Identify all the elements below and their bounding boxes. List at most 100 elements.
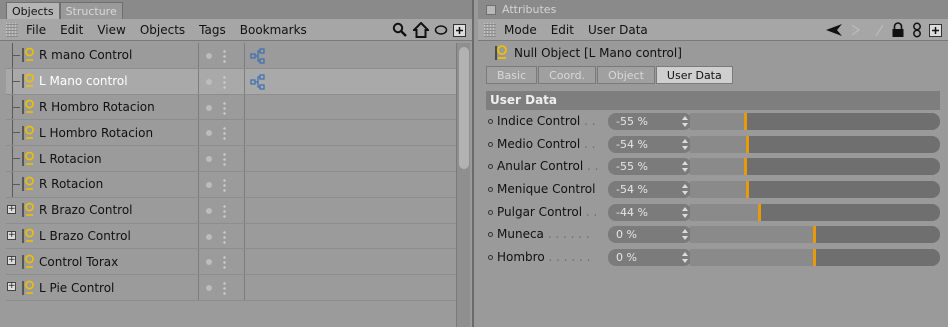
object-name[interactable]: R Hombro Rotacion [39, 100, 209, 114]
menu-view[interactable]: View [97, 23, 125, 37]
slider-knob[interactable] [758, 203, 761, 221]
stepper-arrows-icon[interactable] [682, 138, 688, 150]
object-name[interactable]: R mano Control [39, 48, 209, 62]
object-name[interactable]: L Mano control [39, 74, 209, 88]
param-slider[interactable] [690, 226, 940, 244]
menu-user-data[interactable]: User Data [588, 23, 648, 37]
menu-file[interactable]: File [26, 23, 46, 37]
expand-toggle-icon[interactable]: + [7, 256, 16, 266]
xpresso-tag-icon[interactable] [250, 74, 266, 90]
object-row[interactable]: L Mano control [6, 68, 456, 95]
home-icon[interactable] [413, 22, 429, 38]
tab-objects[interactable]: Objects [6, 2, 60, 19]
back-arrow-icon[interactable] [825, 23, 843, 37]
object-row[interactable]: R mano Control [6, 43, 456, 69]
layer-dot[interactable] [206, 233, 212, 240]
param-slider[interactable] [690, 158, 940, 176]
pin-icon[interactable] [911, 22, 923, 38]
stepper-arrows-icon[interactable] [682, 116, 688, 127]
animate-bullet-icon[interactable] [488, 187, 493, 193]
param-slider[interactable] [690, 249, 940, 267]
layer-dot[interactable] [206, 53, 212, 59]
grip-handle[interactable] [484, 22, 496, 37]
param-slider[interactable] [690, 113, 940, 130]
stepper-arrows-icon[interactable] [682, 252, 688, 264]
slider-knob[interactable] [745, 135, 749, 153]
object-row[interactable]: + R Brazo Control [6, 197, 456, 224]
grip-handle[interactable] [6, 22, 18, 37]
stepper-arrows-icon[interactable] [682, 161, 688, 173]
tab-user-data[interactable]: User Data [655, 66, 733, 84]
menu-edit[interactable]: Edit [551, 23, 574, 37]
menu-objects[interactable]: Objects [140, 23, 185, 37]
animate-bullet-icon[interactable] [488, 119, 493, 124]
animate-bullet-icon[interactable] [488, 141, 493, 147]
slider-knob[interactable] [745, 181, 749, 199]
layer-dot[interactable] [206, 78, 212, 85]
xpresso-tag-icon[interactable] [250, 48, 266, 64]
object-name[interactable]: Control Torax [39, 255, 209, 269]
param-value-field[interactable]: -55 % [608, 113, 692, 130]
visibility-dots[interactable] [223, 255, 226, 270]
object-name[interactable]: L Rotacion [39, 152, 209, 166]
visibility-dots[interactable] [223, 281, 226, 296]
object-name[interactable]: L Pie Control [39, 281, 209, 295]
expand-toggle-icon[interactable]: + [7, 204, 16, 214]
slider-knob[interactable] [744, 113, 748, 130]
object-row[interactable]: R Rotacion [6, 171, 456, 198]
expand-panel-icon[interactable] [929, 23, 942, 37]
object-name[interactable]: L Hombro Rotacion [39, 126, 209, 140]
circle-icon[interactable] [434, 23, 448, 37]
animate-bullet-icon[interactable] [488, 209, 493, 215]
param-value-field[interactable]: 0 % [608, 226, 692, 244]
section-header[interactable]: User Data [486, 91, 940, 110]
layer-dot[interactable] [206, 259, 212, 266]
param-value-field[interactable]: 0 % [608, 249, 692, 267]
object-row[interactable]: + L Pie Control [6, 275, 456, 301]
object-row[interactable]: L Rotacion [6, 146, 456, 172]
object-row[interactable]: + Control Torax [6, 249, 456, 276]
visibility-dots[interactable] [223, 74, 226, 89]
visibility-dots[interactable] [223, 126, 226, 141]
object-name[interactable]: R Brazo Control [39, 203, 209, 217]
object-name[interactable]: L Brazo Control [39, 229, 209, 243]
menu-edit[interactable]: Edit [60, 23, 83, 37]
menu-mode[interactable]: Mode [504, 23, 537, 37]
slider-knob[interactable] [744, 158, 748, 176]
expand-toggle-icon[interactable]: + [7, 230, 16, 240]
layer-dot[interactable] [206, 207, 212, 214]
visibility-dots[interactable] [223, 152, 226, 167]
object-row[interactable]: + L Brazo Control [6, 223, 456, 250]
layer-dot[interactable] [206, 181, 212, 188]
attributes-checkbox[interactable] [486, 4, 496, 15]
slider-knob[interactable] [813, 249, 816, 267]
object-row[interactable]: L Hombro Rotacion [6, 120, 456, 147]
forward-arrow-icon[interactable] [849, 23, 867, 37]
param-slider[interactable] [690, 181, 940, 199]
layer-dot[interactable] [206, 104, 212, 111]
animate-bullet-icon[interactable] [488, 232, 493, 238]
param-slider[interactable] [690, 203, 940, 221]
menu-tags[interactable]: Tags [199, 23, 226, 37]
visibility-dots[interactable] [223, 229, 226, 244]
param-slider[interactable] [690, 135, 940, 153]
object-row[interactable]: R Hombro Rotacion [6, 94, 456, 121]
stepper-arrows-icon[interactable] [682, 184, 688, 196]
visibility-dots[interactable] [223, 100, 226, 115]
object-name[interactable]: R Rotacion [39, 177, 209, 191]
stepper-arrows-icon[interactable] [682, 206, 688, 218]
stepper-arrows-icon[interactable] [682, 229, 688, 241]
animate-bullet-icon[interactable] [488, 255, 493, 261]
visibility-dots[interactable] [223, 203, 226, 218]
visibility-dots[interactable] [223, 177, 226, 192]
tab-structure[interactable]: Structure [59, 2, 123, 19]
expand-panel-icon[interactable] [453, 23, 466, 37]
param-value-field[interactable]: -44 % [608, 203, 692, 221]
slider-knob[interactable] [813, 226, 816, 244]
param-value-field[interactable]: -54 % [608, 135, 692, 153]
scrollbar-thumb[interactable] [459, 47, 469, 169]
visibility-dots[interactable] [223, 49, 226, 63]
lock-icon[interactable] [891, 22, 905, 38]
layer-dot[interactable] [206, 285, 212, 292]
animate-bullet-icon[interactable] [488, 164, 493, 170]
